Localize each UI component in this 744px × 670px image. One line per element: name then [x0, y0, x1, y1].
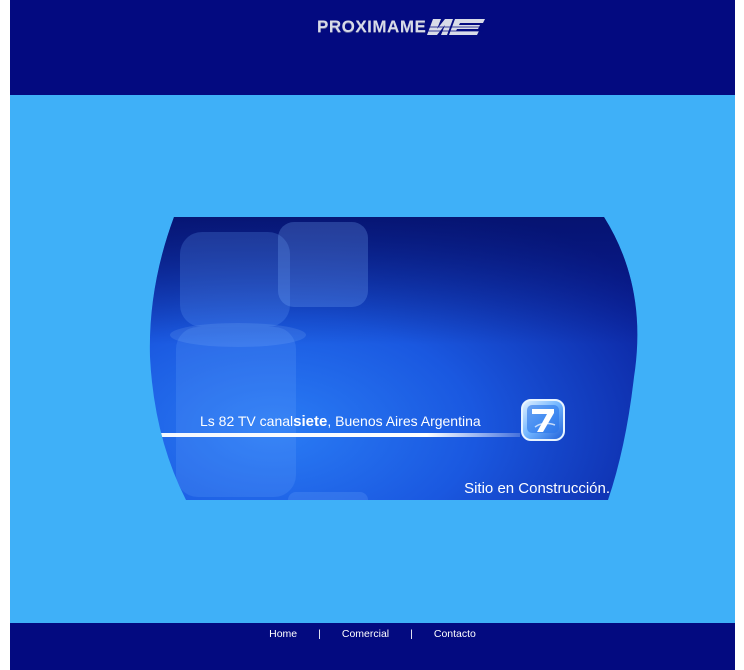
footer-bar: Home | Comercial | Contacto — [10, 623, 735, 670]
nav-link-contacto[interactable]: Contacto — [434, 628, 476, 640]
station-title: Ls 82 TV canalsiete, Buenos Aires Argent… — [200, 413, 481, 430]
station-bold: siete — [293, 413, 328, 430]
logo-mark-icon — [427, 19, 486, 35]
logo-text: PROXIMAME — [317, 17, 427, 36]
content-area: Ls 82 TV canalsiete, Buenos Aires Argent… — [10, 95, 735, 623]
channel-7-logo-icon — [521, 399, 565, 441]
nav-link-home[interactable]: Home — [269, 628, 297, 640]
nav-separator: | — [318, 628, 321, 640]
nav-separator: | — [410, 628, 413, 640]
station-suffix: , Buenos Aires Argentina — [327, 413, 481, 429]
page-frame: PROXIMAME Ls 82 TV canalsiete, Buenos Ai… — [10, 0, 735, 670]
nav-link-comercial[interactable]: Comercial — [342, 628, 389, 640]
footer-nav: Home | Comercial | Contacto — [10, 628, 735, 640]
hero-banner: Ls 82 TV canalsiete, Buenos Aires Argent… — [148, 217, 648, 500]
station-prefix: Ls 82 TV canal — [200, 413, 294, 429]
header-bar: PROXIMAME — [10, 0, 735, 95]
banner-background — [149, 217, 638, 500]
construction-notice: Sitio en Construcción. — [464, 480, 610, 497]
site-logo[interactable]: PROXIMAME — [317, 15, 486, 39]
